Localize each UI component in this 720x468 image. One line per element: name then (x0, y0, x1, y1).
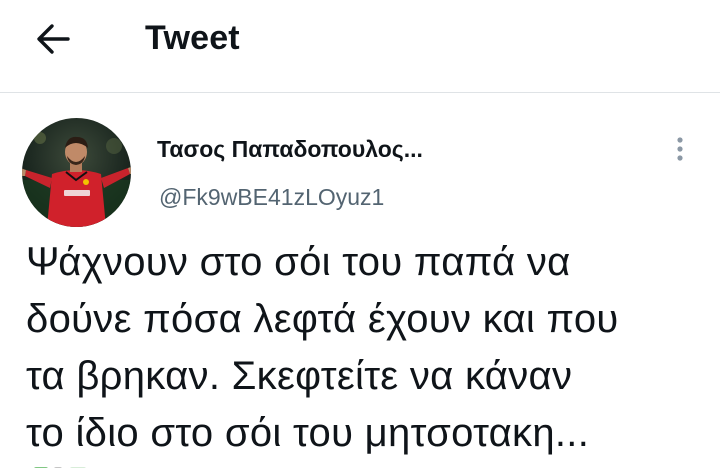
author-handle[interactable]: @Fk9wBE41zLOyuz1 (159, 182, 384, 212)
back-button[interactable] (26, 16, 80, 62)
tweet-text-line: τα βρηκαν. Σκεφτείτε να κάναν (26, 354, 573, 398)
avatar[interactable] (22, 118, 131, 227)
more-options-button[interactable] (666, 132, 694, 168)
tweet-text-line: το ίδιο στο σόι του μητσοτακη... (26, 411, 590, 455)
tweet-text: Ψάχνουν στο σόι του παπά να δούνε πόσα λ… (26, 234, 706, 462)
user-avatar-icon (22, 118, 131, 227)
arrow-left-icon (37, 24, 70, 54)
more-vertical-icon (677, 137, 683, 161)
tweet-text-line: Ψάχνουν στο σόι του παπά να (26, 240, 571, 284)
tweet-text-line: δούνε πόσα λεφτά έχουν και που (26, 297, 619, 341)
author-display-name[interactable]: Τασος Παπαδοπουλος... (157, 134, 423, 164)
header-divider (0, 92, 720, 93)
cutoff-content (26, 460, 126, 468)
top-bar: Tweet (0, 0, 720, 92)
page-title: Tweet (145, 19, 240, 57)
